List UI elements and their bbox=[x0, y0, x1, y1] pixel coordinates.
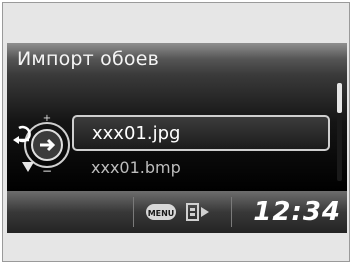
navigate-icon[interactable] bbox=[185, 201, 211, 223]
back-arrow-icon[interactable] bbox=[11, 125, 33, 145]
scrollbar[interactable] bbox=[337, 83, 342, 181]
svg-text:+: + bbox=[43, 113, 51, 124]
clock: 12:34 bbox=[253, 197, 341, 227]
list-item-label: xxx01.jpg bbox=[92, 123, 181, 144]
down-arrow-icon[interactable] bbox=[21, 161, 35, 173]
page-title: Импорт обоев bbox=[17, 48, 160, 70]
svg-text:−: − bbox=[42, 164, 52, 178]
screen: Импорт обоев + − xxx01.jpg xxx01.bmp MEN… bbox=[7, 43, 347, 233]
list-item-selected[interactable]: xxx01.jpg bbox=[72, 115, 330, 151]
divider bbox=[133, 197, 134, 227]
menu-icon-label: MENU bbox=[148, 209, 175, 218]
menu-button-icon[interactable]: MENU bbox=[145, 201, 177, 223]
title-bar: Импорт обоев bbox=[7, 43, 347, 75]
file-list: + − xxx01.jpg xxx01.bmp bbox=[7, 75, 347, 191]
bottom-bar: MENU 12:34 bbox=[7, 191, 347, 233]
list-item[interactable]: xxx01.bmp bbox=[91, 157, 181, 179]
divider bbox=[231, 197, 232, 227]
scrollbar-thumb[interactable] bbox=[337, 83, 342, 113]
